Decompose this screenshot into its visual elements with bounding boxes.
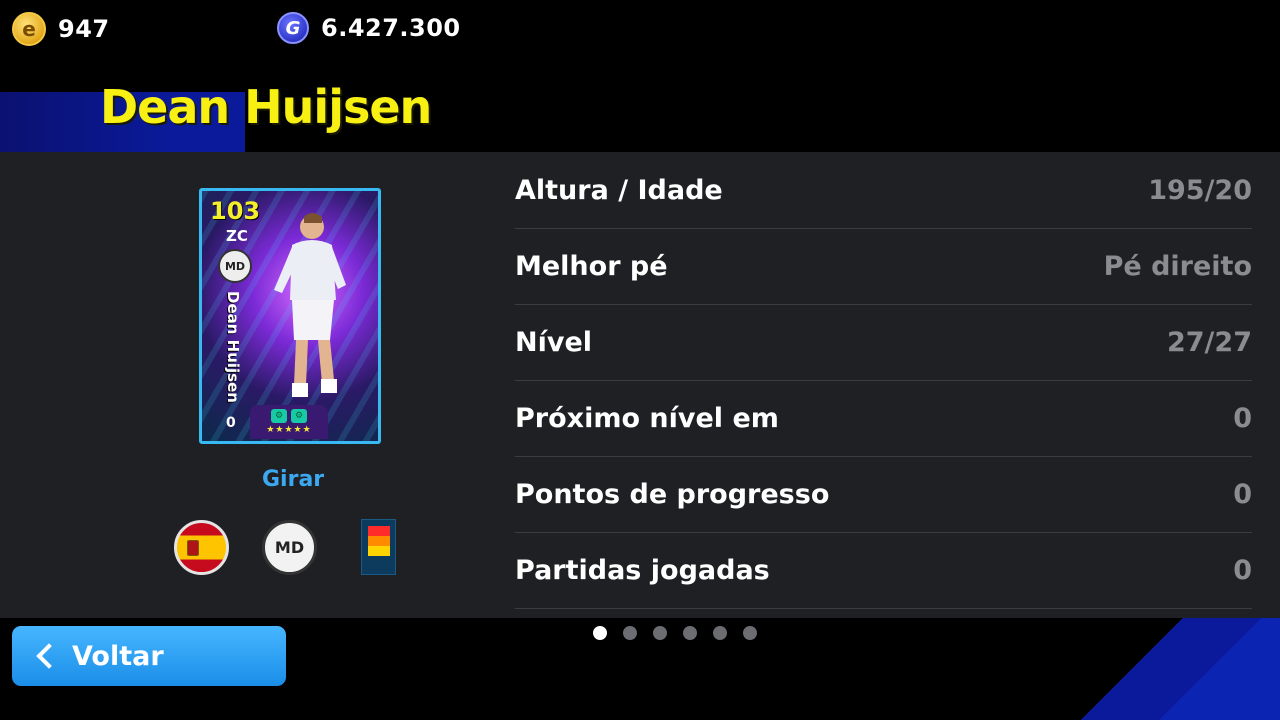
coin-icon: e [12, 12, 46, 46]
league-logo-icon [361, 519, 396, 575]
rotate-card-button[interactable]: Girar [262, 467, 324, 492]
info-label: Partidas jogadas [515, 555, 770, 586]
info-value: 27/27 [1166, 327, 1252, 358]
coins-value: 947 [58, 15, 110, 43]
info-row-next-level: Próximo nível em 0 [515, 381, 1252, 457]
card-club-crest: MD [218, 249, 252, 283]
back-button[interactable]: Voltar [12, 626, 286, 686]
card-position: ZC [226, 227, 248, 245]
info-value: Pé direito [1103, 251, 1252, 282]
info-label: Altura / Idade [515, 175, 723, 206]
page-dot-1[interactable] [593, 626, 607, 640]
info-value: 0 [1233, 555, 1252, 586]
page-indicator [593, 626, 757, 640]
card-rating: 103 [210, 197, 261, 225]
info-label: Melhor pé [515, 251, 668, 282]
info-row-level: Nível 27/27 [515, 305, 1252, 381]
card-footer: ⚙ ⚙ ★★★★★ [250, 405, 328, 439]
info-label: Pontos de progresso [515, 479, 830, 510]
info-row-progress-points: Pontos de progresso 0 [515, 457, 1252, 533]
card-player-name: Dean Huijsen [224, 291, 242, 403]
skill-badge-icon: ⚙ [271, 409, 287, 423]
chevron-left-icon [36, 643, 62, 669]
page-title: Dean Huijsen [100, 80, 432, 134]
gp-value: 6.427.300 [321, 14, 461, 42]
info-label: Nível [515, 327, 593, 358]
page-dot-6[interactable] [743, 626, 757, 640]
corner-decoration [1140, 618, 1280, 720]
skill-badge-icon: ⚙ [291, 409, 307, 423]
card-side-number: 0 [226, 415, 236, 431]
gp-balance: G 6.427.300 [277, 12, 461, 44]
player-info-list: Altura / Idade 195/20 Melhor pé Pé direi… [515, 153, 1252, 609]
info-row-matches-played: Partidas jogadas 0 [515, 533, 1252, 609]
page-dot-5[interactable] [713, 626, 727, 640]
page-dot-2[interactable] [623, 626, 637, 640]
player-figure [274, 213, 346, 397]
info-value: 0 [1233, 479, 1252, 510]
info-row-best-foot: Melhor pé Pé direito [515, 229, 1252, 305]
back-button-label: Voltar [72, 640, 164, 672]
card-stars: ★★★★★ [266, 425, 312, 435]
nationality-flag-icon [174, 520, 229, 575]
gp-icon: G [277, 12, 309, 44]
coins-balance: e 947 [12, 12, 110, 46]
info-row-height-age: Altura / Idade 195/20 [515, 153, 1252, 229]
info-value: 195/20 [1148, 175, 1252, 206]
player-card[interactable]: 103 ZC MD Dean Huijsen 0 ⚙ ⚙ ★★★★★ [199, 188, 381, 444]
page-dot-3[interactable] [653, 626, 667, 640]
info-label: Próximo nível em [515, 403, 779, 434]
info-value: 0 [1233, 403, 1252, 434]
club-logo-icon: MD [262, 520, 317, 575]
page-dot-4[interactable] [683, 626, 697, 640]
